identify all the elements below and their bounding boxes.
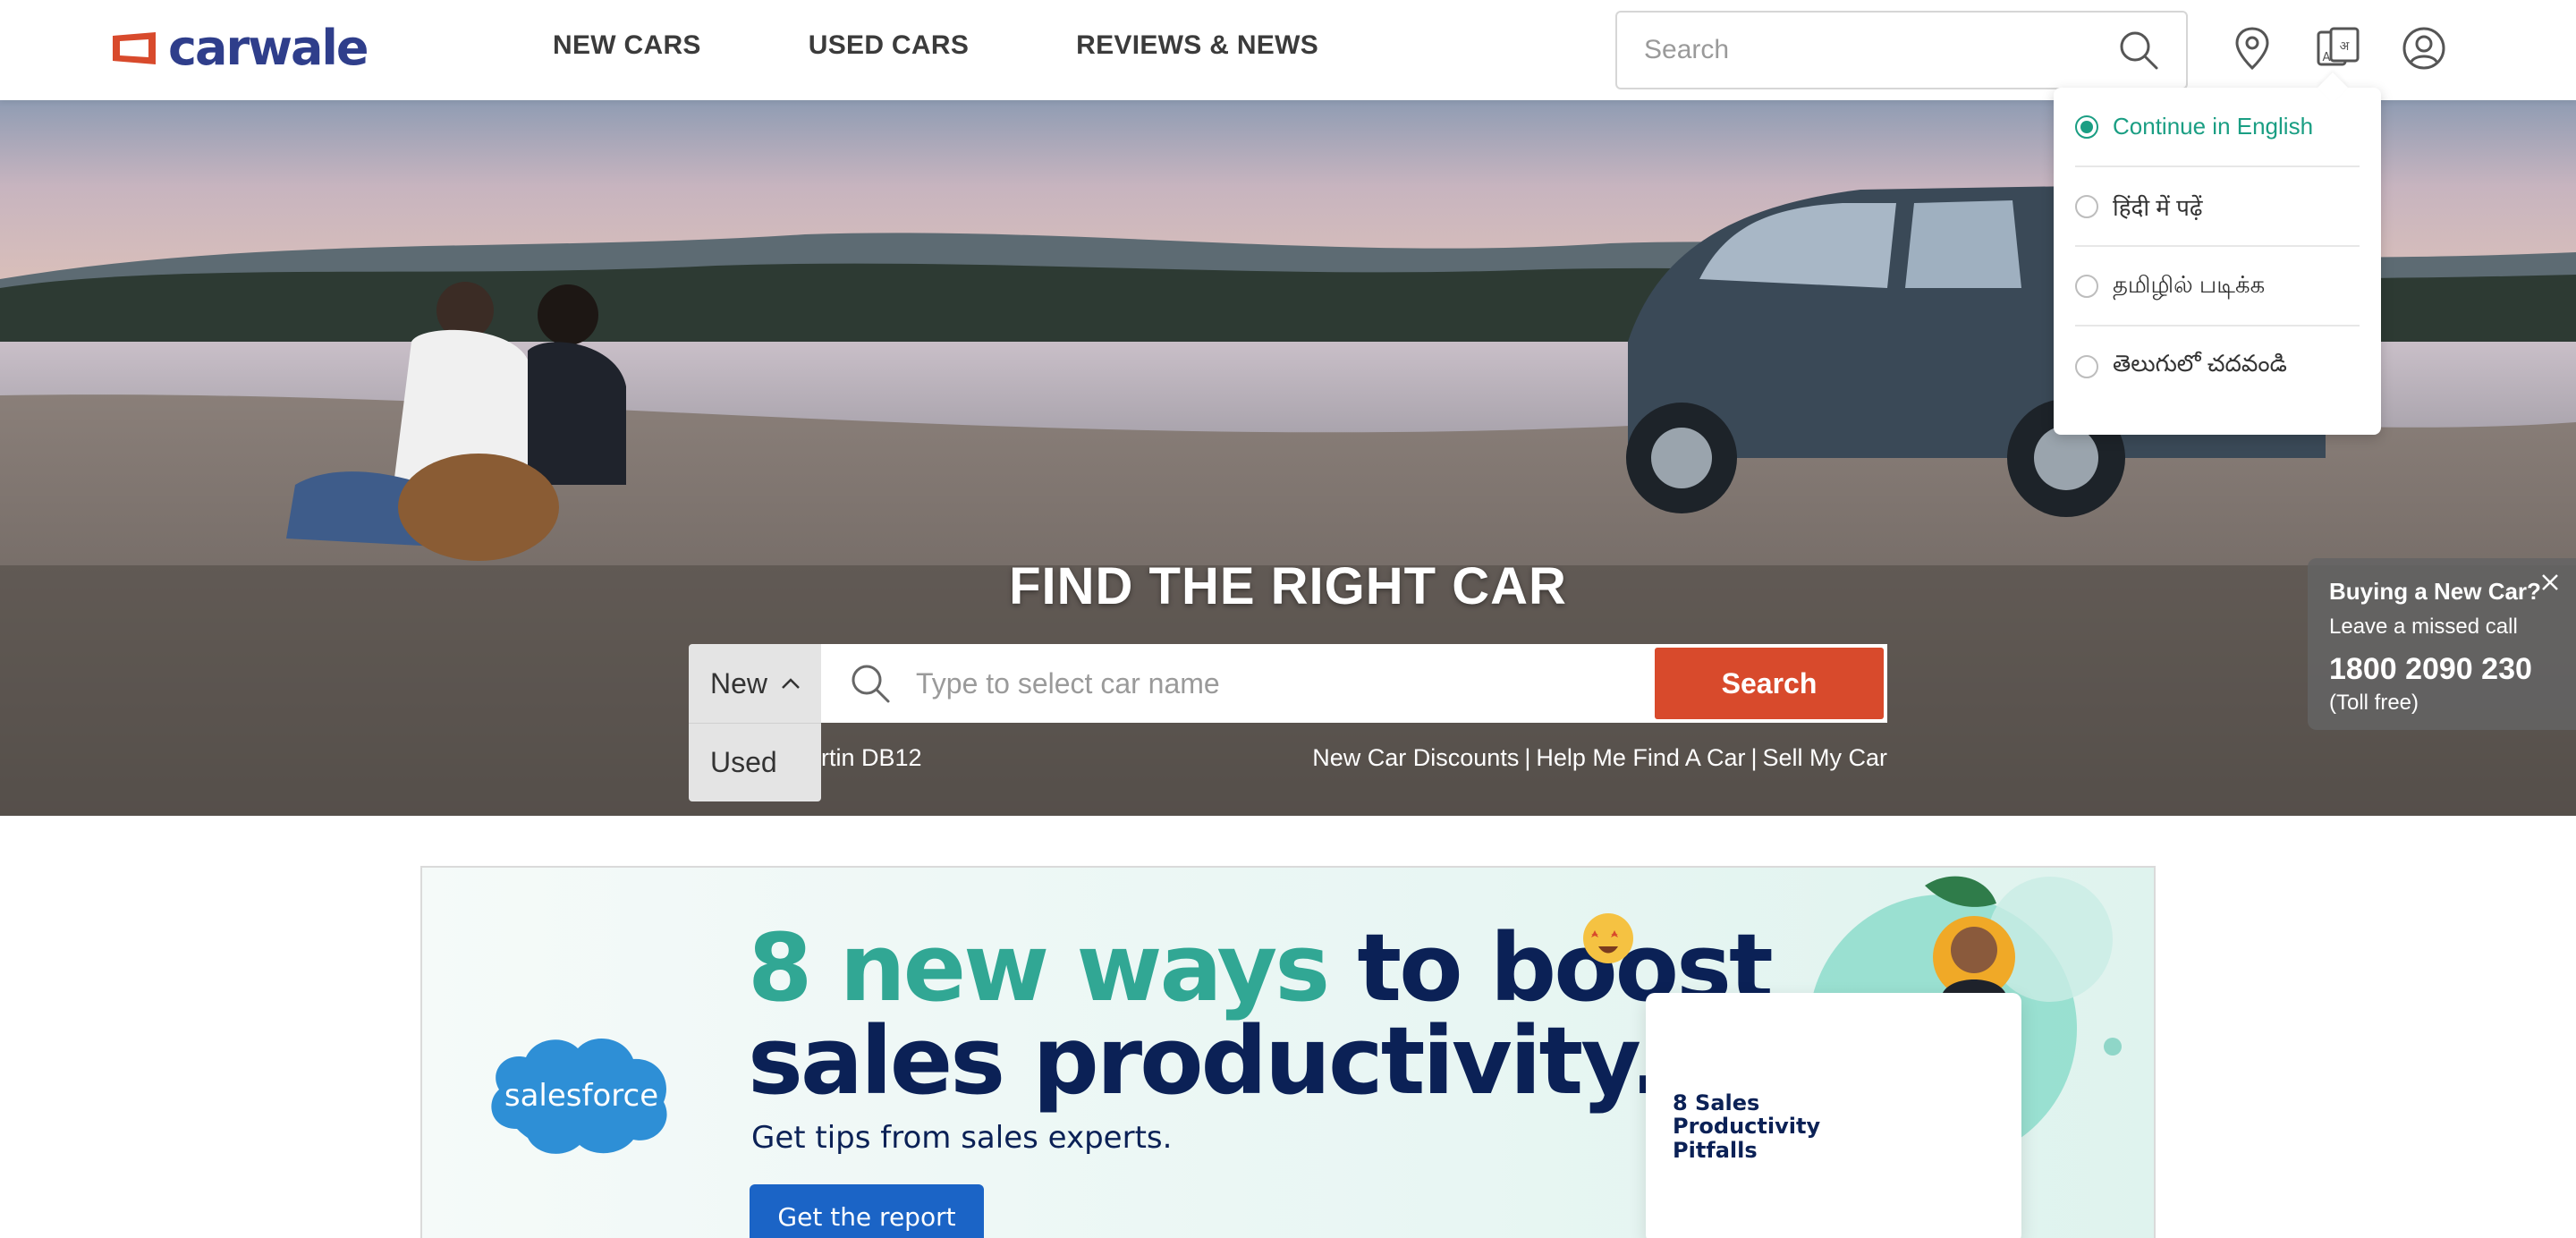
nav-reviews-news[interactable]: REVIEWS & NEWS	[1076, 30, 1318, 61]
car-type-option-used[interactable]: Used	[689, 723, 821, 801]
nav-used-cars[interactable]: USED CARS	[809, 30, 969, 61]
link-separator: |	[1524, 744, 1531, 771]
sell-my-car-link[interactable]: Sell My Car	[1762, 744, 1887, 772]
car-name-input[interactable]	[916, 666, 1631, 700]
nav-new-cars[interactable]: NEW CARS	[553, 30, 701, 61]
language-popup: Continue in English हिंदी में पढ़ें தமிழ…	[2054, 88, 2381, 435]
language-option-hindi[interactable]: हिंदी में पढ़ें	[2075, 167, 2360, 247]
search-icon	[852, 665, 890, 703]
car-type-select[interactable]: New	[689, 644, 821, 723]
ad-cta-button[interactable]: Get the report	[750, 1184, 984, 1238]
carwale-logo[interactable]: carwale	[107, 20, 369, 76]
radio-unselected[interactable]	[2075, 274, 2098, 298]
language-icon[interactable]: अ A	[2311, 21, 2365, 75]
language-label: Continue in English	[2113, 113, 2314, 140]
salesforce-logo: salesforce	[491, 1038, 667, 1154]
hero-search-button[interactable]: Search	[1655, 648, 1884, 719]
header-search	[1615, 11, 2188, 89]
salesforce-ad[interactable]: salesforce 8 new ways to boost sales pro…	[420, 866, 2156, 1238]
account-icon[interactable]	[2397, 21, 2451, 75]
link-separator: |	[1750, 744, 1758, 771]
site-header: carwale NEW CARS USED CARS REVIEWS & NEW…	[0, 0, 2576, 100]
search-icon[interactable]	[2118, 30, 2159, 71]
missed-call-widget[interactable]: Buying a New Car? Leave a missed call 18…	[2308, 558, 2576, 730]
hero-title: FIND THE RIGHT CAR	[1009, 557, 1567, 615]
missed-call-note: (Toll free)	[2329, 691, 2419, 715]
main-nav: NEW CARS USED CARS REVIEWS & NEWS	[553, 30, 1318, 61]
new-car-discounts-link[interactable]: New Car Discounts	[1312, 744, 1519, 772]
help-me-find-car-link[interactable]: Help Me Find A Car	[1536, 744, 1745, 772]
radio-selected[interactable]	[2075, 114, 2098, 139]
hero-quick-links: New Car Discounts | Help Me Find A Car |…	[1312, 744, 1887, 772]
language-option-tamil[interactable]: தமிழில் படிக்க	[2075, 247, 2360, 326]
svg-text:A: A	[2323, 51, 2331, 64]
trending-link[interactable]: rtin DB12	[821, 744, 922, 772]
carwale-logo-icon	[113, 32, 156, 64]
svg-text:अ: अ	[2340, 39, 2350, 54]
car-search-bar: Search	[821, 644, 1887, 723]
ad-ebook-cover: 8 Sales Productivity Pitfalls	[1646, 993, 2021, 1238]
header-search-input[interactable]	[1644, 35, 2118, 65]
language-option-telugu[interactable]: తెలుగులో చదవండి	[2075, 326, 2360, 406]
missed-call-subtitle: Leave a missed call	[2329, 615, 2518, 639]
missed-call-title: Buying a New Car?	[2329, 578, 2541, 605]
ad-headline-line2: sales productivity.	[748, 1006, 1665, 1115]
language-label: தமிழில் படிக்க	[2113, 270, 2266, 298]
language-label: हिंदी में पढ़ें	[2113, 193, 2203, 221]
car-type-selected: New	[710, 666, 768, 700]
chevron-up-icon	[782, 678, 800, 689]
radio-unselected[interactable]	[2075, 194, 2098, 218]
close-icon[interactable]	[2537, 569, 2563, 596]
language-option-english[interactable]: Continue in English	[2075, 88, 2360, 167]
location-icon[interactable]	[2225, 21, 2279, 75]
missed-call-phone[interactable]: 1800 2090 230	[2329, 652, 2555, 687]
salesforce-logo-text: salesforce	[504, 1078, 658, 1114]
logo-text: carwale	[168, 20, 369, 76]
language-label: తెలుగులో చదవండి	[2113, 350, 2287, 377]
radio-unselected[interactable]	[2075, 354, 2098, 378]
ad-ebook-title: 8 Sales Productivity Pitfalls	[1673, 1090, 1821, 1163]
ad-subline: Get tips from sales experts.	[751, 1120, 1173, 1156]
